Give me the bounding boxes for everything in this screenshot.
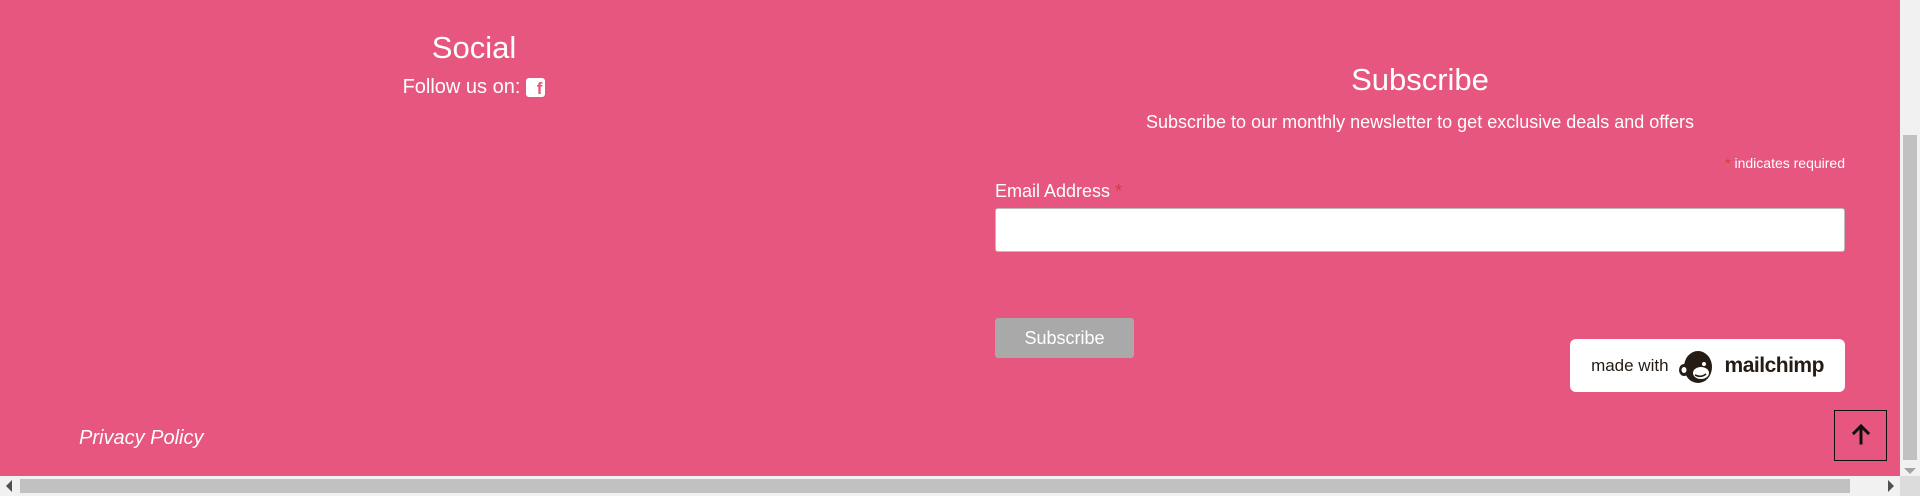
social-section: Social Follow us on: f — [0, 28, 948, 99]
email-required-asterisk: * — [1115, 181, 1123, 201]
subscribe-lead: Subscribe to our monthly newsletter to g… — [1146, 112, 1694, 132]
arrow-up-icon — [1850, 423, 1872, 448]
vertical-scrollbar[interactable] — [1900, 0, 1920, 476]
made-with-label: made with — [1591, 355, 1669, 375]
follow-us-label: Follow us on: — [402, 76, 521, 98]
mailchimp-wordmark: mailchimp — [1724, 353, 1825, 377]
horizontal-scrollbar[interactable] — [0, 476, 1900, 496]
scroll-right-arrow-icon[interactable] — [1888, 480, 1894, 492]
subscribe-heading: Subscribe — [1351, 62, 1489, 97]
mailchimp-badge[interactable]: made with mailchimp — [1570, 339, 1845, 392]
email-field[interactable] — [995, 208, 1845, 252]
social-heading: Social — [431, 30, 517, 65]
required-asterisk: * — [1725, 155, 1731, 171]
facebook-icon[interactable]: f — [526, 78, 546, 97]
required-note-text: indicates required — [1734, 155, 1845, 171]
scroll-down-arrow-icon[interactable] — [1904, 468, 1916, 474]
email-label-text: Email Address — [995, 181, 1111, 201]
subscribe-section: Subscribe Subscribe to our monthly newsl… — [995, 60, 1845, 252]
scrollbar-corner — [1900, 476, 1920, 496]
follow-us: Follow us on: f — [403, 76, 546, 99]
required-note: * indicates required — [995, 155, 1845, 171]
vertical-scrollbar-thumb[interactable] — [1903, 135, 1917, 460]
scroll-left-arrow-icon[interactable] — [6, 480, 12, 492]
privacy-policy-link[interactable]: Privacy Policy — [79, 427, 203, 450]
back-to-top-button[interactable] — [1834, 410, 1887, 461]
mailchimp-logo-icon — [1677, 346, 1717, 386]
horizontal-scrollbar-thumb[interactable] — [20, 479, 1850, 493]
email-label: Email Address * — [995, 181, 1845, 202]
subscribe-button[interactable]: Subscribe — [995, 318, 1134, 358]
